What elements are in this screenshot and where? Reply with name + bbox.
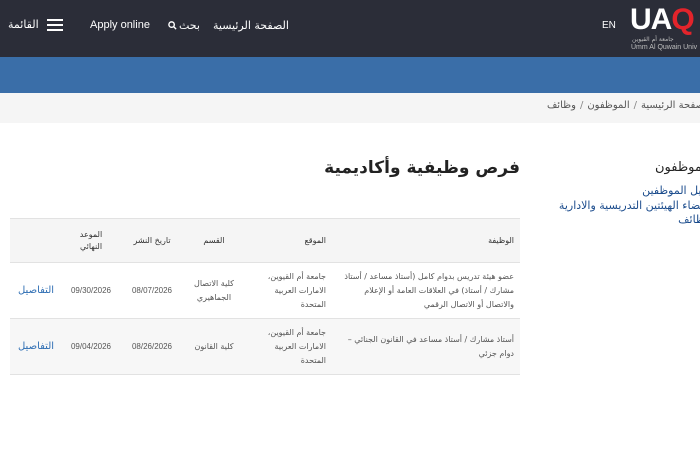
department-cell: كلية الاتصال الجماهيري xyxy=(184,262,244,319)
action-cell: التفاصيل xyxy=(10,262,62,319)
deadline-cell: 09/04/2026 xyxy=(62,318,120,375)
logo-mark: UAQ xyxy=(630,3,695,36)
nav-search-label: بحث xyxy=(179,19,200,32)
published-date: 08/07/2026 xyxy=(131,285,173,295)
action-cell: التفاصيل xyxy=(10,318,62,375)
published-date: 08/26/2026 xyxy=(131,341,173,351)
logo-arabic-name: جامعة أم القيوين xyxy=(632,36,674,43)
breadcrumb-separator: / xyxy=(579,100,584,111)
header-department: القسم xyxy=(184,218,244,263)
menu-button[interactable]: القائمة xyxy=(8,18,63,31)
published-date-cell: 08/26/2026 xyxy=(120,318,184,375)
language-switch[interactable]: EN xyxy=(602,20,616,31)
breadcrumb-home[interactable]: الصفحة الرئيسية xyxy=(641,100,700,111)
nav-home-link[interactable]: الصفحة الرئيسية xyxy=(213,19,289,32)
page-title: فرص وظيفية وأكاديمية xyxy=(324,158,520,178)
sidebar-title: الموظفون xyxy=(655,160,700,175)
details-link[interactable]: التفاصيل xyxy=(18,285,54,296)
header-action xyxy=(10,218,62,263)
job-title-cell: عضو هيئة تدريس بدوام كامل (أستاذ مساعد /… xyxy=(332,262,520,319)
deadline-date: 09/30/2026 xyxy=(70,285,112,295)
job-title-cell: أستاذ مشارك / أستاذ مساعد في القانون الج… xyxy=(332,318,520,375)
apply-online-link[interactable]: Apply online xyxy=(90,19,150,31)
breadcrumb-separator: / xyxy=(633,100,637,111)
table-row: أستاذ مشارك / أستاذ مساعد في القانون الج… xyxy=(10,318,520,375)
location-cell: جامعة أم القيوين، الامارات العربية المتح… xyxy=(244,318,332,375)
header-job: الوظيفة xyxy=(332,218,520,263)
deadline-date: 09/04/2026 xyxy=(70,341,112,351)
header-location: الموقع xyxy=(244,218,332,263)
details-link[interactable]: التفاصيل xyxy=(18,341,54,352)
hamburger-icon xyxy=(46,18,63,31)
department-cell: كلية القانون xyxy=(184,318,244,375)
hero-band xyxy=(0,57,700,93)
university-logo[interactable]: UAQ جامعة أم القيوين Umm Al Quwain Univ xyxy=(630,5,700,53)
sidebar-item-directory[interactable]: دليل الموظفين xyxy=(642,184,700,197)
sidebar-item-jobs[interactable]: وظائف xyxy=(678,213,700,226)
deadline-cell: 09/30/2026 xyxy=(62,262,120,319)
jobs-table: الوظيفة الموقع القسم تاريخ النشر الموعد … xyxy=(10,218,520,375)
nav-search-button[interactable]: بحث xyxy=(168,19,200,32)
top-header: UAQ جامعة أم القيوين Umm Al Quwain Univ … xyxy=(0,0,700,57)
search-icon xyxy=(168,21,177,30)
menu-label: القائمة xyxy=(8,18,39,31)
breadcrumb: الصفحة الرئيسية/الموظفون/وظائف xyxy=(547,100,700,111)
sidebar-item-faculty-staff[interactable]: أعضاء الهيئتين التدريسية والادارية xyxy=(559,199,700,212)
breadcrumb-staff[interactable]: الموظفون xyxy=(587,100,629,111)
table-row: عضو هيئة تدريس بدوام كامل (أستاذ مساعد /… xyxy=(10,262,520,319)
published-date-cell: 08/07/2026 xyxy=(120,262,184,319)
header-published: تاريخ النشر xyxy=(120,218,184,263)
breadcrumb-current: وظائف xyxy=(546,100,576,111)
logo-english-name: Umm Al Quwain Univ xyxy=(631,44,698,51)
table-header-row: الوظيفة الموقع القسم تاريخ النشر الموعد … xyxy=(10,218,520,263)
header-deadline: الموعد النهائي xyxy=(62,218,120,263)
location-cell: جامعة أم القيوين، الامارات العربية المتح… xyxy=(244,262,332,319)
